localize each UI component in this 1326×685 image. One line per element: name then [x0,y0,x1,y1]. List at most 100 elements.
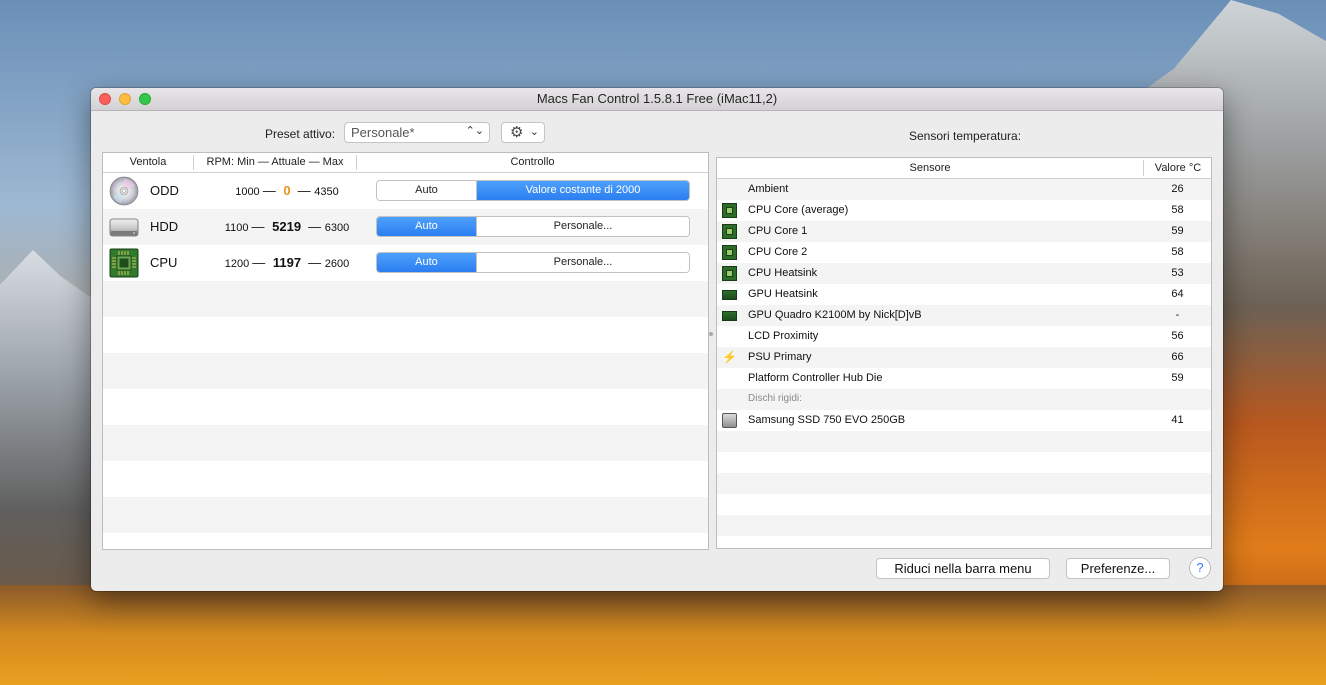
sensor-value: 53 [1171,267,1184,279]
custom-segment[interactable]: Valore costante di 2000 [477,181,689,200]
column-header-sensor[interactable]: Sensore [717,162,1143,174]
sensor-value: 58 [1171,204,1184,216]
fan-control-segmented[interactable]: Auto Personale... [376,216,690,237]
rpm-min: 1100 [224,222,249,234]
sensor-row[interactable]: Platform Controller Hub Die 59 [717,368,1211,389]
table-row-bg [103,353,708,389]
fan-rpm-readout: 1000 — 0 — 4350 [235,183,339,198]
section-label: Dischi rigidi: [748,393,802,404]
preset-value: Personale* [351,125,415,140]
settings-menu-button[interactable]: ⚙ ⌄ [501,122,545,143]
sensor-name: Samsung SSD 750 EVO 250GB [748,414,906,426]
sensor-row[interactable]: GPU Quadro K2100M by Nick[D]vB - [717,305,1211,326]
window-title: Macs Fan Control 1.5.8.1 Free (iMac11,2) [536,91,778,106]
title-bar[interactable]: Macs Fan Control 1.5.8.1 Free (iMac11,2) [91,88,1223,111]
lightning-bolt-icon: ⚡ [722,350,737,364]
preset-label: Preset attivo: [265,127,336,141]
sensor-value: 66 [1171,351,1184,363]
rpm-min: 1200 [224,258,250,270]
preset-select[interactable]: Personale* ⌃⌄ [344,122,490,143]
sensor-value: 59 [1171,372,1184,384]
sensor-name: CPU Core (average) [748,204,849,216]
sensor-row[interactable]: Samsung SSD 750 EVO 250GB 41 [717,410,1211,431]
sensor-value: 41 [1171,414,1184,426]
auto-segment[interactable]: Auto [377,217,477,236]
optical-disc-icon [109,176,139,206]
rpm-current: 1197 [272,255,302,270]
gpu-card-icon [722,290,737,300]
table-row-bg [103,389,708,425]
table-row-bg [717,494,1211,515]
preferences-button[interactable]: Preferenze... [1066,558,1170,579]
help-button[interactable]: ? [1189,557,1211,579]
cpu-chip-icon [722,245,737,260]
auto-segment[interactable]: Auto [377,181,477,200]
gpu-card-icon [722,311,737,321]
sensor-value: 64 [1171,288,1184,300]
sensors-table-header: Sensore Valore °C [717,158,1211,179]
cpu-chip-icon [722,266,737,281]
chevron-up-down-icon: ⌃⌄ [465,125,484,137]
sensor-row[interactable]: CPU Heatsink 53 [717,263,1211,284]
table-row-bg [717,452,1211,473]
sensors-table: Sensore Valore °C Ambient 26 CPU Core (a… [716,157,1212,549]
column-header-rpm[interactable]: RPM: Min — Attuale — Max [194,156,356,168]
sensor-value: 56 [1171,330,1184,342]
fan-row-cpu[interactable]: CPU 1200 — 1197 — 2600 Auto Personale... [103,245,708,281]
sensor-name: PSU Primary [748,351,812,363]
wallpaper-foliage [0,585,1326,685]
column-header-fan[interactable]: Ventola [103,156,193,168]
rpm-current: 0 [283,183,291,198]
sensor-name: GPU Heatsink [748,288,818,300]
fan-control-segmented[interactable]: Auto Valore costante di 2000 [376,180,690,201]
sensor-section-header: Dischi rigidi: [717,389,1211,410]
drive-icon [722,413,737,428]
hard-drive-icon [109,218,139,237]
custom-segment[interactable]: Personale... [477,253,689,272]
auto-segment[interactable]: Auto [377,253,477,272]
table-row-bg [103,533,708,549]
fan-rpm-readout: 1200 — 1197 — 2600 [224,255,350,270]
sensors-label: Sensori temperatura: [909,129,1022,143]
minimize-to-menubar-button[interactable]: Riduci nella barra menu [876,558,1050,579]
custom-segment[interactable]: Personale... [477,217,689,236]
fan-name: ODD [150,183,179,198]
table-row-bg [103,497,708,533]
sensor-row[interactable]: CPU Core 1 59 [717,221,1211,242]
column-header-value[interactable]: Valore °C [1144,162,1211,174]
table-row-bg [103,461,708,497]
fan-row-odd[interactable]: ODD 1000 — 0 — 4350 Auto Valore costante… [103,173,708,209]
sensor-name: Platform Controller Hub Die [748,372,883,384]
sensor-name: GPU Quadro K2100M by Nick[D]vB [748,309,922,321]
cpu-chip-icon [109,248,139,278]
column-header-control[interactable]: Controllo [357,156,708,168]
sensor-row[interactable]: CPU Core (average) 58 [717,200,1211,221]
table-row-bg [103,425,708,461]
sensor-row[interactable]: Ambient 26 [717,179,1211,200]
app-window: Macs Fan Control 1.5.8.1 Free (iMac11,2)… [91,88,1223,591]
fan-control-segmented[interactable]: Auto Personale... [376,252,690,273]
cpu-chip-icon [722,203,737,218]
fan-rpm-readout: 1100 — 5219 — 6300 [224,219,350,234]
sensor-value: - [1175,309,1180,321]
fans-table: Ventola RPM: Min — Attuale — Max Control… [102,152,709,550]
rpm-current: 5219 [272,219,302,234]
gear-icon: ⚙ [510,124,524,141]
rpm-max: 2600 [324,258,350,270]
sensor-row[interactable]: GPU Heatsink 64 [717,284,1211,305]
rpm-min: 1000 [235,186,260,198]
sensor-row[interactable]: ⚡ PSU Primary 66 [717,347,1211,368]
table-row-bg [103,281,708,317]
sensor-name: LCD Proximity [748,330,819,342]
sensor-value: 59 [1171,225,1184,237]
fans-table-header: Ventola RPM: Min — Attuale — Max Control… [103,153,708,173]
fan-row-hdd[interactable]: HDD 1100 — 5219 — 6300 Auto Personale... [103,209,708,245]
table-row-bg [717,473,1211,494]
split-view-divider[interactable] [709,332,713,338]
rpm-max: 4350 [314,186,339,198]
cpu-chip-icon [722,224,737,239]
sensor-row[interactable]: CPU Core 2 58 [717,242,1211,263]
rpm-max: 6300 [324,222,350,234]
fan-name: CPU [150,255,178,270]
sensor-row[interactable]: LCD Proximity 56 [717,326,1211,347]
